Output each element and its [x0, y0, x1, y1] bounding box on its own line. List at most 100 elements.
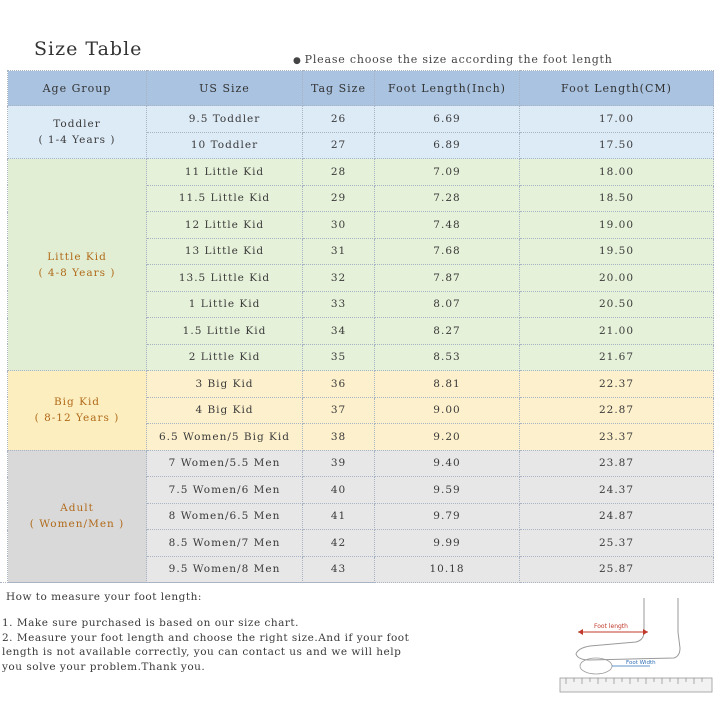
age-group-cell: Big Kid ( 8-12 Years )	[7, 370, 147, 451]
us-size-cell: 11.5 Little Kid	[146, 184, 303, 212]
foot-length-cm-cell: 22.87	[519, 396, 714, 424]
tag-size-cell: 26	[302, 105, 375, 133]
foot-length-inch-cell: 8.81	[374, 370, 520, 398]
foot-measure-illustration: Foot length Foot Width	[559, 598, 713, 693]
us-size-cell: 7.5 Women/6 Men	[146, 476, 303, 504]
table-header-row: Age Group US Size Tag Size Foot Length(I…	[7, 70, 714, 106]
header-age-group: Age Group	[7, 70, 147, 106]
foot-length-label: Foot length	[594, 623, 628, 630]
foot-length-inch-cell: 7.09	[374, 158, 520, 186]
foot-length-cm-cell: 19.00	[519, 211, 714, 239]
page-title: Size Table	[34, 38, 143, 60]
age-group-name: Little Kid	[47, 250, 107, 263]
us-size-cell: 13.5 Little Kid	[146, 264, 303, 292]
tag-size-cell: 29	[302, 184, 375, 212]
foot-length-cm-cell: 23.87	[519, 449, 714, 477]
us-size-cell: 2 Little Kid	[146, 343, 303, 371]
foot-length-inch-cell: 8.07	[374, 290, 520, 318]
sole-shape	[579, 657, 613, 675]
foot-length-cm-cell: 18.50	[519, 184, 714, 212]
foot-length-cm-cell: 17.50	[519, 131, 714, 159]
us-size-cell: 10 Toddler	[146, 131, 303, 159]
tag-size-cell: 35	[302, 343, 375, 371]
tag-size-cell: 38	[302, 423, 375, 451]
header-foot-length-cm: Foot Length(CM)	[519, 70, 714, 106]
foot-length-cm-cell: 24.37	[519, 476, 714, 504]
header-foot-length-inch: Foot Length(Inch)	[374, 70, 520, 106]
measure-line: length is not available correctly, you c…	[2, 646, 402, 658]
age-group-name: Toddler	[53, 118, 101, 130]
measure-line: 1. Make sure purchased is based on our s…	[2, 617, 299, 629]
age-group-name: Big Kid	[53, 396, 101, 409]
tag-size-cell: 36	[302, 370, 375, 398]
tag-size-cell: 30	[302, 211, 375, 239]
tag-size-cell: 39	[302, 449, 375, 477]
foot-length-inch-cell: 9.99	[374, 529, 520, 557]
header-us-size: US Size	[146, 70, 303, 106]
foot-length-inch-cell: 6.69	[374, 105, 520, 133]
age-group-range: ( 1-4 Years )	[38, 134, 116, 146]
table-row: Big Kid ( 8-12 Years ) 3 Big Kid 36 8.81 22.3…	[7, 370, 714, 451]
us-size-cell: 1 Little Kid	[146, 290, 303, 318]
age-group-range: ( 8-12 Years )	[34, 412, 120, 425]
us-size-cell: 9.5 Toddler	[146, 105, 303, 133]
foot-length-inch-cell: 8.53	[374, 343, 520, 371]
foot-length-cm-cell: 25.87	[519, 555, 714, 583]
foot-length-inch-cell: 7.68	[374, 237, 520, 265]
tag-size-cell: 37	[302, 396, 375, 424]
age-group-cell: Little Kid ( 4-8 Years )	[7, 158, 147, 371]
foot-length-inch-cell: 9.59	[374, 476, 520, 504]
foot-length-cm-cell: 19.50	[519, 237, 714, 265]
tag-size-cell: 27	[302, 131, 375, 159]
us-size-cell: 8 Women/6.5 Men	[146, 502, 303, 530]
us-size-cell: 4 Big Kid	[146, 396, 303, 424]
foot-length-cm-cell: 20.50	[519, 290, 714, 318]
foot-length-cm-cell: 18.00	[519, 158, 714, 186]
tag-size-cell: 28	[302, 158, 375, 186]
foot-length-cm-cell: 21.00	[519, 317, 714, 345]
us-size-cell: 8.5 Women/7 Men	[146, 529, 303, 557]
age-group-range: ( Women/Men )	[29, 518, 125, 531]
foot-length-cm-cell: 20.00	[519, 264, 714, 292]
foot-length-cm-cell: 24.87	[519, 502, 714, 530]
tag-size-cell: 31	[302, 237, 375, 265]
foot-length-inch-cell: 10.18	[374, 555, 520, 583]
tag-size-cell: 32	[302, 264, 375, 292]
foot-length-inch-cell: 9.00	[374, 396, 520, 424]
foot-length-cm-cell: 25.37	[519, 529, 714, 557]
bullet-icon: ●	[293, 56, 302, 66]
foot-length-inch-cell: 9.20	[374, 423, 520, 451]
us-size-cell: 1.5 Little Kid	[146, 317, 303, 345]
age-group-cell: Adult ( Women/Men )	[7, 449, 147, 583]
us-size-cell: 11 Little Kid	[146, 158, 303, 186]
us-size-cell: 12 Little Kid	[146, 211, 303, 239]
ruler	[559, 677, 713, 693]
us-size-cell: 13 Little Kid	[146, 237, 303, 265]
table-row: Little Kid( 4-8 Years ) 11 Little Kid 28 7.…	[7, 158, 714, 371]
size-note-text: Please choose the size according the foo…	[304, 53, 613, 66]
table-row: Adult( Women/Men ) 7 Women/5.5 Men 39 9.40 2…	[7, 449, 714, 583]
foot-length-cm-cell: 17.00	[519, 105, 714, 133]
foot-width-label: Foot Width	[626, 660, 656, 666]
foot-length-cm-cell: 23.37	[519, 423, 714, 451]
tag-size-cell: 40	[302, 476, 375, 504]
header-tag-size: Tag Size	[302, 70, 375, 106]
measure-line: you solve your problem.Thank you.	[2, 660, 206, 673]
tag-size-cell: 33	[302, 290, 375, 318]
age-group-range: ( 4-8 Years )	[38, 266, 116, 279]
us-size-cell: 3 Big Kid	[146, 370, 303, 398]
foot-length-cm-cell: 21.67	[519, 343, 714, 371]
foot-length-inch-cell: 9.79	[374, 502, 520, 530]
foot-length-inch-cell: 8.27	[374, 317, 520, 345]
measure-heading: How to measure your foot length:	[6, 591, 202, 603]
table-row: Toddler ( 1-4 Years ) 9.5 Toddler 26 6.69 17.…	[7, 105, 714, 159]
size-table-body: Toddler ( 1-4 Years ) 9.5 Toddler 26 6.69 17.…	[7, 105, 714, 583]
tag-size-cell: 42	[302, 529, 375, 557]
age-group-name: Adult	[60, 502, 94, 515]
tag-size-cell: 43	[302, 555, 375, 583]
measure-list: 1. Make sure purchased is based on our s…	[2, 616, 409, 674]
us-size-cell: 9.5 Women/8 Men	[146, 555, 303, 583]
foot-length-inch-cell: 9.40	[374, 449, 520, 477]
foot-outline	[575, 598, 681, 661]
us-size-cell: 7 Women/5.5 Men	[146, 449, 303, 477]
